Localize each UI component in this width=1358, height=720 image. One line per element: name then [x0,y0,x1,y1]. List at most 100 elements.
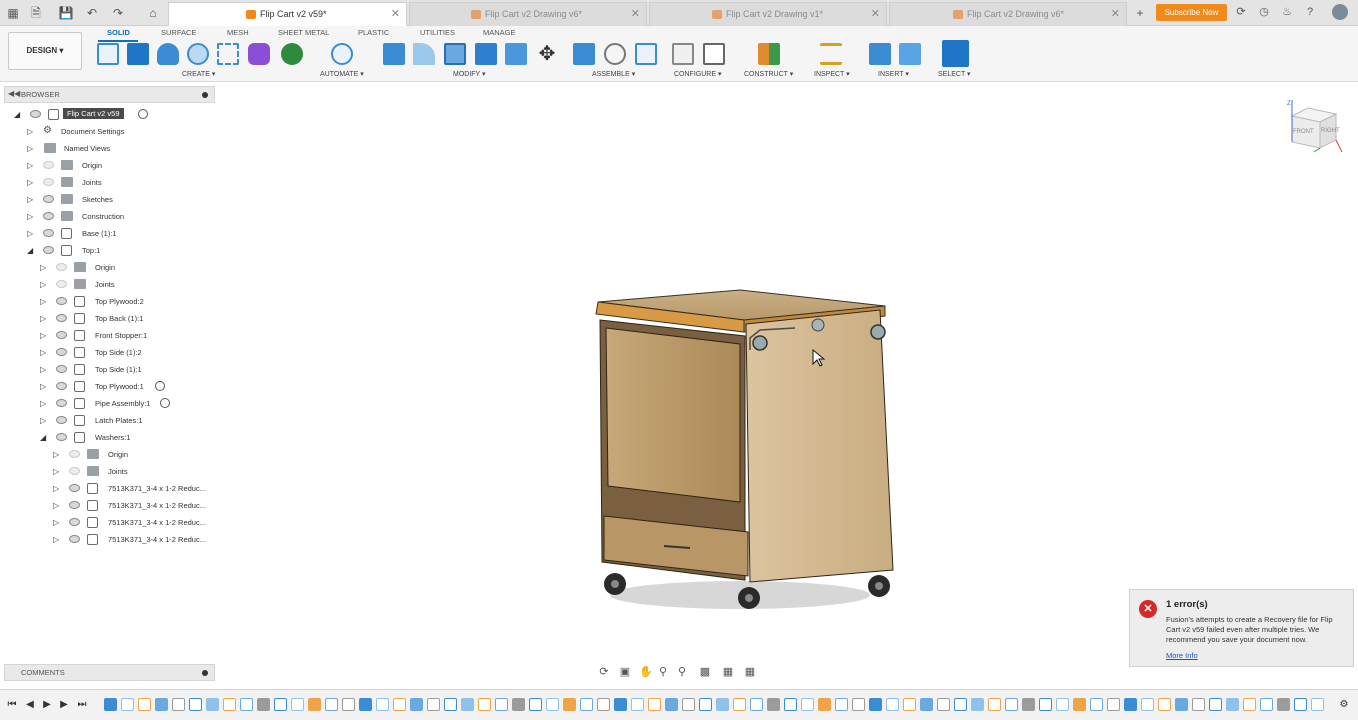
expanded-icon[interactable]: ◢ [27,246,33,255]
timeline-feature-icon[interactable] [920,698,933,711]
tree-row[interactable]: ▷ Origin [4,446,215,463]
tree-row[interactable]: ▷ Origin [4,157,215,174]
collapsed-icon[interactable]: ▷ [53,484,59,493]
tree-row[interactable]: ▷ 7513K371_3-4 x 1-2 Reduc... [4,514,215,531]
eye-icon[interactable] [56,331,67,339]
save-icon[interactable]: 💾 [58,5,74,21]
tree-row[interactable]: ▷ Top Side (1):1 [4,361,215,378]
group-automate[interactable]: AUTOMATE ▾ [320,70,364,79]
group-assemble[interactable]: ASSEMBLE ▾ [592,70,635,79]
timeline-feature-icon[interactable] [937,698,950,711]
timeline-feature-icon[interactable] [512,698,525,711]
timeline-feature-icon[interactable] [121,698,134,711]
tree-row[interactable]: ▷ Pipe Assembly:1 [4,395,215,412]
collapsed-icon[interactable]: ▷ [40,399,46,408]
timeline-feature-icon[interactable] [155,698,168,711]
pattern-icon[interactable] [217,43,239,65]
eye-icon[interactable] [56,433,67,441]
timeline-feature-icon[interactable] [1022,698,1035,711]
doc-tab-2[interactable]: Flip Cart v2 Drawing v6* ✕ [409,2,647,26]
go-to-start-icon[interactable]: ⏮ [6,699,18,711]
eye-icon[interactable] [56,314,67,322]
timeline-feature-icon[interactable] [750,698,763,711]
create-sketch-icon[interactable] [97,43,119,65]
collapsed-icon[interactable]: ▷ [40,365,46,374]
model-viewport[interactable] [560,280,920,620]
expanded-icon[interactable]: ◢ [14,110,20,119]
collapsed-icon[interactable]: ▷ [53,467,59,476]
home-icon[interactable]: ⌂ [145,5,161,21]
tree-row[interactable]: ▷ Joints [4,463,215,480]
timeline-feature-icon[interactable] [716,698,729,711]
eye-icon[interactable] [56,263,67,271]
eye-icon[interactable] [43,178,54,186]
combine-icon[interactable] [475,43,497,65]
automate-icon[interactable] [331,43,353,65]
eye-icon[interactable] [43,229,54,237]
tab-sheet-metal[interactable]: SHEET METAL [278,27,329,39]
bell-icon[interactable]: ♨ [1280,5,1294,19]
tree-row[interactable]: ▷ Top Plywood:2 [4,293,215,310]
tab-surface[interactable]: SURFACE [161,27,196,39]
timeline-feature-icon[interactable] [1209,698,1222,711]
timeline-feature-icon[interactable] [478,698,491,711]
close-icon[interactable]: ✕ [631,3,640,25]
eye-icon[interactable] [43,212,54,220]
measure-icon[interactable] [820,43,842,65]
timeline-feature-icon[interactable] [665,698,678,711]
hole-icon[interactable] [187,43,209,65]
collapsed-icon[interactable]: ▷ [40,280,46,289]
tree-row[interactable]: ▷ Construction [4,208,215,225]
tree-row[interactable]: ▷ Sketches [4,191,215,208]
timeline-feature-icon[interactable] [1039,698,1052,711]
timeline-feature-icon[interactable] [1073,698,1086,711]
panel-pin-icon[interactable] [202,92,208,98]
timeline-feature-icon[interactable] [1277,698,1290,711]
timeline-feature-icon[interactable] [1226,698,1239,711]
doc-tab-4[interactable]: Flip Cart v2 Drawing v6* ✕ [889,2,1127,26]
tree-row[interactable]: ▷ Top Back (1):1 [4,310,215,327]
collapsed-icon[interactable]: ▷ [40,416,46,425]
eye-icon[interactable] [56,348,67,356]
collapsed-icon[interactable]: ▷ [53,501,59,510]
comments-panel[interactable]: COMMENTS [4,664,215,681]
timeline-feature-icon[interactable] [410,698,423,711]
timeline-feature-icon[interactable] [274,698,287,711]
tree-row[interactable]: ▷ Latch Plates:1 [4,412,215,429]
tree-row[interactable]: ▷ Base (1):1 [4,225,215,242]
play-icon[interactable]: ▶ [41,699,53,711]
viewports-icon[interactable]: ▦ [744,666,756,678]
form-icon[interactable] [248,43,270,65]
close-icon[interactable]: ✕ [391,3,400,25]
timeline-feature-icon[interactable] [206,698,219,711]
zoom-icon[interactable]: ⚲ [657,666,669,678]
move-icon[interactable]: ✥ [536,43,558,65]
insert-derive-icon[interactable] [869,43,891,65]
step-back-icon[interactable]: ◀ [24,699,36,711]
timeline-feature-icon[interactable] [971,698,984,711]
eye-icon[interactable] [56,297,67,305]
timeline-feature-icon[interactable] [699,698,712,711]
timeline-feature-icon[interactable] [1175,698,1188,711]
expanded-icon[interactable]: ◢ [40,433,46,442]
timeline-settings-icon[interactable]: ⚙ [1338,699,1350,711]
eye-icon[interactable] [56,365,67,373]
group-construct[interactable]: CONSTRUCT ▾ [744,70,793,79]
timeline-feature-icon[interactable] [886,698,899,711]
tab-mesh[interactable]: MESH [227,27,249,39]
group-select[interactable]: SELECT ▾ [938,70,971,79]
timeline-feature-icon[interactable] [835,698,848,711]
viewcube-right-label[interactable]: RIGHT [1321,128,1340,134]
activate-radio-icon[interactable] [155,381,165,391]
split-body-icon[interactable] [505,43,527,65]
timeline-feature-icon[interactable] [1056,698,1069,711]
timeline-feature-icon[interactable] [427,698,440,711]
collapsed-icon[interactable]: ▷ [40,331,46,340]
viewcube-graphic[interactable]: FRONT RIGHT Z [1284,98,1344,156]
app-grid-icon[interactable]: ▦ [5,5,21,21]
shell-icon[interactable] [444,43,466,65]
timeline-feature-icon[interactable] [189,698,202,711]
timeline-feature-icon[interactable] [767,698,780,711]
derive-icon[interactable] [281,43,303,65]
browser-header[interactable]: ◀◀ BROWSER [4,86,215,103]
